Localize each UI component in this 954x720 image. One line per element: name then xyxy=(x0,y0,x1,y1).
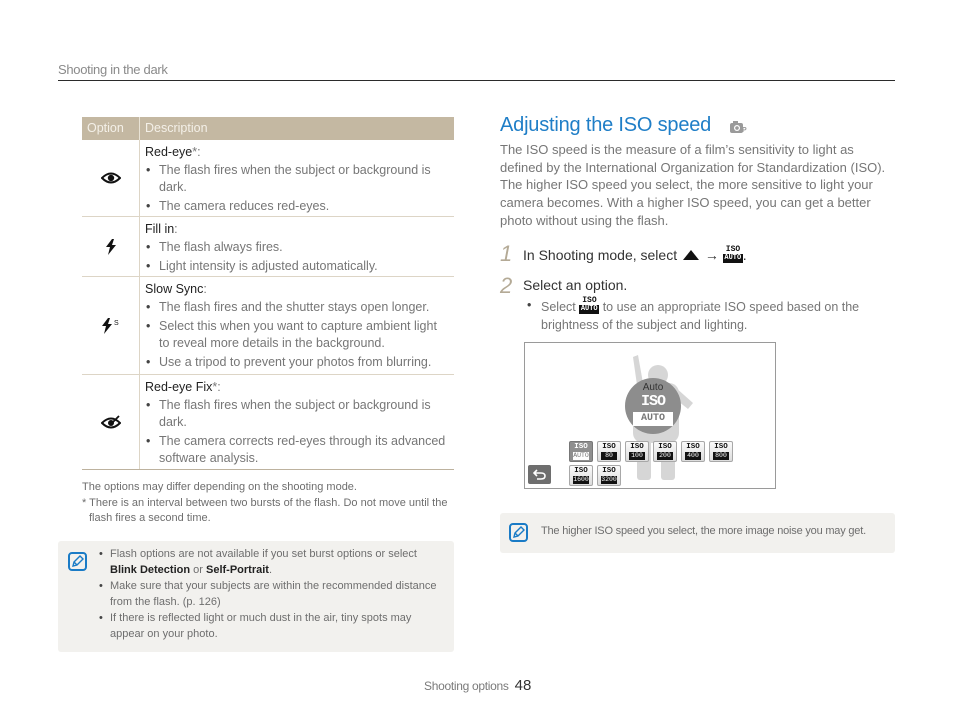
section-heading: Adjusting the ISO speed xyxy=(500,114,712,136)
iso-auto-icon: ISO AUTO xyxy=(722,245,743,263)
table-footnotes: The options may differ depending on the … xyxy=(82,480,462,527)
column-header-description: Description xyxy=(145,121,208,135)
iso-note-box: The higher ISO speed you select, the mor… xyxy=(500,513,895,553)
iso-preview-badge: Auto ISO AUTO xyxy=(625,378,681,434)
list-item: Use a tripod to prevent your photos from… xyxy=(145,354,450,371)
iso-option-3200[interactable]: ISO 3200 xyxy=(597,465,621,486)
iso-option-400[interactable]: ISO 400 xyxy=(681,441,705,462)
step-2-details: Select ISOAUTO to use an appropriate ISO… xyxy=(527,296,887,334)
intro-paragraph: The ISO speed is the measure of a film’s… xyxy=(500,142,886,228)
list-item: Flash options are not available if you s… xyxy=(98,547,444,578)
list-item: The camera corrects red-eyes through its… xyxy=(145,433,450,467)
option-title: Slow Sync: xyxy=(145,282,207,296)
iso-option-80[interactable]: ISO 80 xyxy=(597,441,621,462)
page-footer: Shooting options 48 xyxy=(424,677,531,694)
iso-option-800[interactable]: ISO 800 xyxy=(709,441,733,462)
option-title: Red-eye Fix*: xyxy=(145,380,221,394)
table-row: Red-eye Fix*: The flash fires when the s… xyxy=(82,375,454,470)
section-title: Shooting in the dark xyxy=(58,62,168,77)
footnote-asterisk: * There is an interval between two burst… xyxy=(82,496,448,525)
slow-sync-flash-icon: S xyxy=(101,317,119,334)
column-header-option: Option xyxy=(82,117,140,140)
list-item: Select ISOAUTO to use an appropriate ISO… xyxy=(527,296,887,334)
flash-note-box: Flash options are not available if you s… xyxy=(58,541,454,652)
svg-text:P: P xyxy=(742,127,747,133)
svg-text:S: S xyxy=(114,320,119,327)
list-item: The camera reduces red-eyes. xyxy=(145,198,450,215)
list-item: If there is reflected light or much dust… xyxy=(98,611,444,642)
camera-screen-preview: Auto ISO AUTO ISO AUTO ISO 80 ISO 100 ISO 20… xyxy=(524,342,776,489)
note-pencil-icon xyxy=(509,523,528,542)
iso-option-auto[interactable]: ISO AUTO xyxy=(569,441,593,462)
step-text: In Shooting mode, select → ISO AUTO. xyxy=(523,245,747,263)
step-number: 2 xyxy=(500,273,513,298)
flash-options-table: Option Description Red-eye*: The flash f… xyxy=(82,117,454,470)
footnote: The options may differ depending on the … xyxy=(82,481,357,493)
list-item: The flash fires when the subject or back… xyxy=(145,397,450,431)
red-eye-icon xyxy=(100,172,121,184)
footer-section: Shooting options xyxy=(424,679,509,693)
table-header: Option Description xyxy=(82,117,454,140)
page-number: 48 xyxy=(514,677,532,694)
option-title: Fill in: xyxy=(145,222,178,236)
camera-program-mode-icon: P xyxy=(730,121,747,133)
list-item: The flash fires when the subject or back… xyxy=(145,162,450,196)
red-eye-fix-icon xyxy=(100,415,121,429)
note-pencil-icon xyxy=(68,552,87,571)
iso-option-1600[interactable]: ISO 1600 xyxy=(569,465,593,486)
iso-option-100[interactable]: ISO 100 xyxy=(625,441,649,462)
back-button[interactable] xyxy=(528,465,551,484)
iso-auto-icon: ISO AUTO xyxy=(579,296,600,314)
list-item: Make sure that your subjects are within … xyxy=(98,579,444,610)
up-arrow-icon xyxy=(683,250,699,260)
list-item: The flash fires and the shutter stays op… xyxy=(145,299,450,316)
header-divider xyxy=(58,80,895,81)
note-text: The higher ISO speed you select, the mor… xyxy=(541,525,866,537)
back-arrow-icon xyxy=(532,469,546,480)
list-item: Light intensity is adjusted automaticall… xyxy=(145,258,450,275)
table-row: Red-eye*: The flash fires when the subje… xyxy=(82,140,454,217)
option-title: Red-eye*: xyxy=(145,145,201,159)
fill-in-flash-icon xyxy=(105,238,116,255)
step-text: Select an option. xyxy=(523,277,628,293)
table-row: Fill in: The flash always fires. Light i… xyxy=(82,217,454,277)
step-number: 1 xyxy=(500,241,513,266)
list-item: The flash always fires. xyxy=(145,239,450,256)
list-item: Select this when you want to capture amb… xyxy=(145,318,450,352)
iso-option-200[interactable]: ISO 200 xyxy=(653,441,677,462)
table-row: S Slow Sync: The flash fires and the shu… xyxy=(82,277,454,375)
